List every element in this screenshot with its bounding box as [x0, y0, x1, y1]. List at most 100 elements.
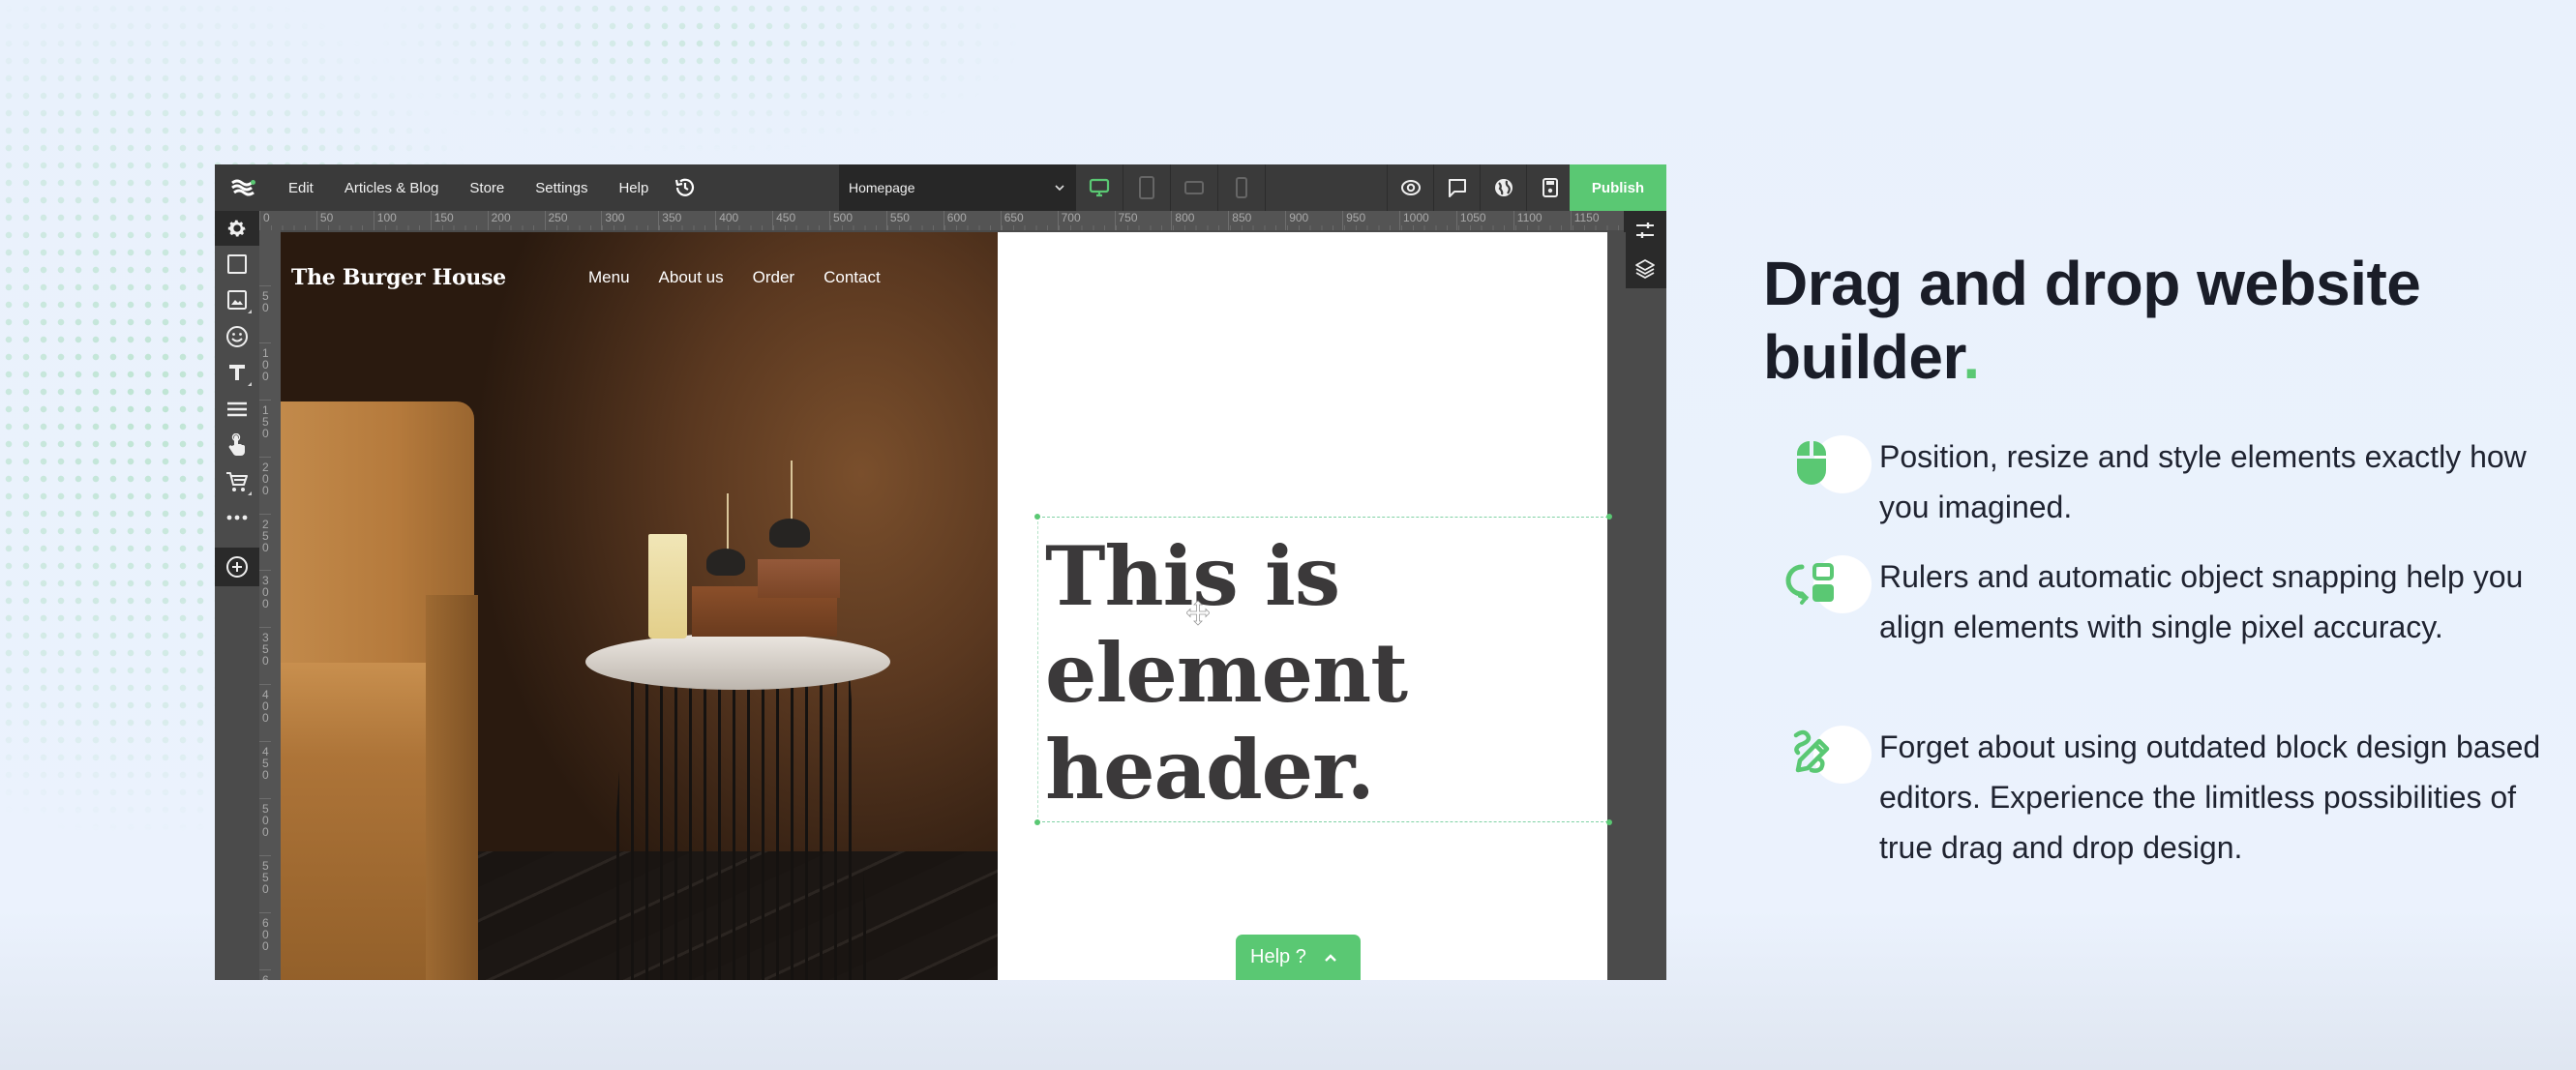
- site-title[interactable]: The Burger House: [291, 265, 506, 290]
- more-dots-icon: [226, 515, 248, 520]
- device-tablet-landscape[interactable]: [1171, 164, 1218, 211]
- site-navbar: The Burger House Menu About us Order Con…: [281, 232, 998, 310]
- device-desktop[interactable]: [1076, 164, 1123, 211]
- ruler-tick: 1100: [1513, 211, 1543, 230]
- cart-icon: [226, 471, 248, 491]
- mouse-icon: [1797, 441, 1826, 485]
- ruler-tick: 700: [1057, 211, 1081, 230]
- image-tool[interactable]: [215, 282, 259, 319]
- ruler-tick: 600: [943, 211, 967, 230]
- hero-title: Drag and drop website builder.: [1763, 247, 2557, 394]
- text-icon: [229, 365, 245, 381]
- layers-button[interactable]: [1624, 250, 1666, 288]
- menu-lines-icon: [227, 401, 247, 416]
- feature-text: Position, resize and style elements exac…: [1879, 439, 2527, 524]
- photo-chair-side: [426, 595, 478, 980]
- more-tools[interactable]: [215, 500, 259, 537]
- settings-tool[interactable]: [215, 211, 259, 246]
- ruler-tick: 1150: [1570, 211, 1600, 230]
- ruler-tick: 450: [772, 211, 795, 230]
- wave-logo-icon[interactable]: [215, 164, 273, 211]
- tablet-icon: [1139, 176, 1154, 199]
- ruler-tick: 500: [259, 798, 271, 838]
- help-label: Help ?: [1250, 946, 1306, 967]
- site-nav-contact[interactable]: Contact: [824, 268, 881, 287]
- menu-articles-blog[interactable]: Articles & Blog: [329, 164, 455, 211]
- domain-button[interactable]: [1480, 164, 1526, 211]
- snap-align-icon: [1785, 563, 1834, 605]
- icon-tool[interactable]: [215, 318, 259, 355]
- header-line: This is: [1045, 528, 1340, 624]
- ruler-tick: 600: [259, 911, 271, 952]
- history-icon[interactable]: [664, 164, 706, 211]
- add-circle-icon: [226, 556, 248, 578]
- element-header[interactable]: This is element header.: [1045, 528, 1408, 818]
- submenu-indicator: [248, 310, 252, 313]
- eye-icon: [1400, 180, 1421, 195]
- button-tool[interactable]: [215, 428, 259, 464]
- ruler-tick: 350: [658, 211, 681, 230]
- add-element-button[interactable]: [215, 548, 259, 586]
- move-cursor-icon: [1185, 600, 1211, 632]
- chevron-up-icon: [1324, 953, 1336, 962]
- menu-edit[interactable]: Edit: [273, 164, 329, 211]
- comments-button[interactable]: [1433, 164, 1480, 211]
- site-nav-about[interactable]: About us: [659, 268, 724, 287]
- ruler-tick: 950: [1342, 211, 1365, 230]
- ruler-tick: 150: [430, 211, 454, 230]
- preview-button[interactable]: [1387, 164, 1433, 211]
- ruler-tick: 300: [601, 211, 624, 230]
- menu-tool[interactable]: [215, 391, 259, 428]
- resize-handle[interactable]: [1034, 819, 1040, 825]
- site-nav-order[interactable]: Order: [753, 268, 794, 287]
- resize-handle[interactable]: [1606, 819, 1612, 825]
- ruler-tick: 650: [259, 968, 271, 980]
- ruler-tick: 250: [544, 211, 568, 230]
- ruler-tick: 50: [315, 211, 333, 230]
- resize-handle[interactable]: [1034, 514, 1040, 520]
- sliders-icon: [1636, 223, 1654, 238]
- resize-handle[interactable]: [1606, 514, 1612, 520]
- left-toolbar: [215, 211, 259, 980]
- page-select-value: Homepage: [849, 180, 915, 195]
- hero-photo[interactable]: [281, 232, 998, 980]
- gear-icon: [227, 220, 246, 237]
- menu-help[interactable]: Help: [603, 164, 664, 211]
- ruler-tick: 1050: [1455, 211, 1486, 230]
- properties-button[interactable]: [1624, 211, 1666, 250]
- ruler-tick: 100: [373, 211, 397, 230]
- square-icon: [227, 253, 247, 274]
- menu-settings[interactable]: Settings: [520, 164, 603, 211]
- help-button[interactable]: Help ?: [1236, 935, 1361, 980]
- store-tool[interactable]: [215, 463, 259, 500]
- photo-board-top: [758, 559, 840, 598]
- save-button[interactable]: [1526, 164, 1573, 211]
- vertical-ruler: 50 100 150 200 250 300 350 400 450 500 550 600 650: [259, 230, 281, 980]
- ruler-tick: 200: [487, 211, 511, 230]
- ruler-tick: 200: [259, 456, 271, 496]
- status-dot: [251, 180, 255, 185]
- ruler-tick: 1000: [1399, 211, 1429, 230]
- text-tool[interactable]: [215, 355, 259, 392]
- publish-button[interactable]: Publish: [1570, 164, 1666, 211]
- feature-item: Position, resize and style elements exac…: [1781, 435, 2545, 524]
- ruler-tick: 350: [259, 627, 271, 667]
- site-nav-menu[interactable]: Menu: [588, 268, 630, 287]
- ruler-tick: 100: [259, 342, 271, 382]
- canvas-margin: [1607, 232, 1626, 980]
- box-tool[interactable]: [215, 246, 259, 282]
- photo-slider: [706, 549, 745, 576]
- pencil-squiggle-icon: [1793, 729, 1830, 773]
- photo-glass: [648, 534, 687, 639]
- hero-title-accent-dot: .: [1962, 322, 1980, 392]
- ruler-tick: 150: [259, 399, 271, 439]
- device-switcher: [1076, 164, 1266, 211]
- menu-store[interactable]: Store: [454, 164, 520, 211]
- device-tablet[interactable]: [1123, 164, 1171, 211]
- tablet-landscape-icon: [1184, 181, 1204, 194]
- page-select[interactable]: Homepage: [839, 164, 1076, 211]
- ruler-tick: 400: [259, 684, 271, 724]
- device-mobile[interactable]: [1218, 164, 1266, 211]
- photo-table-base: [605, 672, 871, 980]
- feature-text: Rulers and automatic object snapping hel…: [1879, 559, 2524, 644]
